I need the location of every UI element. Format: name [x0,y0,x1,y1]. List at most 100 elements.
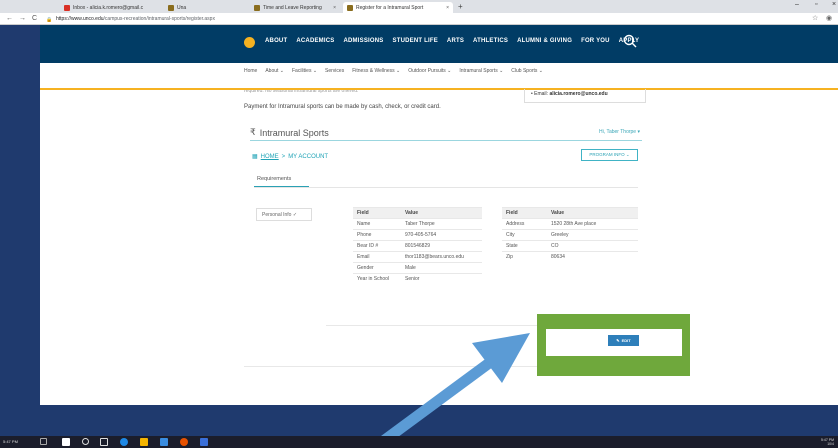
table-row: Phone 970-405-5764 [353,229,482,241]
url-field[interactable]: https://www.unco.edu/campus-recreation/i… [56,15,806,23]
field-name: Zip [502,251,547,263]
address-bar-row: ← → C 🔒 https://www.unco.edu/campus-recr… [0,13,838,25]
subnav-item[interactable]: Services [325,68,344,74]
browser-tab-register[interactable]: Register for a Intramural Sport × [343,2,453,13]
title-text: Intramural Sports [259,127,329,138]
table-row: Name Taber Thorpe [353,218,482,230]
gold-divider [40,88,838,90]
table-row: Address 1520 28th Ave place [502,218,638,230]
search-icon[interactable] [82,438,89,445]
field-name: Gender [353,262,401,274]
contact-box: • Email: alicia.romero@unco.edu [524,89,646,103]
subnav-item[interactable]: Intramural Sports ⌄ [459,68,503,74]
windows-start-icon[interactable] [62,438,70,446]
tab-label: Register for a Intramural Sport [356,4,424,11]
clock-date: 10/4 [827,442,834,446]
nav-item[interactable]: ACADEMICS [296,38,334,44]
back-icon[interactable]: ← [6,14,13,24]
maximize-icon[interactable]: ▫ [815,1,817,8]
nav-item[interactable]: ABOUT [265,38,287,44]
edit-button[interactable]: ✎ EDIT [608,335,639,346]
new-tab-icon[interactable]: + [458,2,463,12]
table-row: Year in School Senior [353,273,482,285]
forward-icon[interactable]: → [19,14,26,24]
nav-item[interactable]: ADMISSIONS [343,38,383,44]
lock-icon: 🔒 [46,17,53,23]
program-info-button[interactable]: PROGRAM INFO ⌄ [581,149,638,161]
intramural-title: ₹ Intramural Sports [250,127,329,138]
tab-personal-info[interactable]: Personal Info ✓ [256,208,312,221]
field-name: Name [353,218,401,230]
chrome-icon[interactable] [180,438,188,446]
field-name: Bear ID # [353,240,401,252]
column-header: Field [502,207,547,219]
breadcrumb-home[interactable]: HOME [261,154,279,160]
breadcrumb-separator: > [281,153,286,160]
user-menu[interactable]: Hi, Taber Thorpe ▾ [599,129,640,135]
field-value: CO [547,240,638,252]
subnav-item[interactable]: Club Sports ⌄ [511,68,543,74]
unc-logo[interactable] [244,37,255,48]
field-value: Male [401,262,482,274]
file-explorer-icon[interactable] [140,438,148,446]
outlook-icon[interactable] [200,438,208,446]
site-main-nav: ABOUT ACADEMICS ADMISSIONS STUDENT LIFE ARTS… [40,25,838,63]
address-table: Field Value Address 1520 28th Ave place City… [502,207,638,263]
task-view-icon[interactable] [100,438,108,446]
subnav-item[interactable]: Fitness & Wellness ⌄ [352,68,400,74]
site-icon [254,4,260,11]
field-name: Email [353,251,401,263]
reload-icon[interactable]: C [32,14,37,24]
subnav-item[interactable]: Facilities ⌄ [292,68,317,74]
subnav-item[interactable]: Home [244,68,257,74]
browser-tab-time-leave[interactable]: Time and Leave Reporting × [250,2,340,13]
browser-tab-bar: Inbox - alicia.k.romero@gmail.c Una Time… [0,0,838,13]
taskbar-time-left: 5:47 PM [3,439,18,444]
table-row: Bear ID #801546829 [353,240,482,252]
windows-taskbar: 5:47 PM 5:47 PM 10/4 [0,436,838,448]
field-name: Year in School [353,273,401,285]
nav-item[interactable]: ALUMNI & GIVING [517,38,572,44]
nav-item[interactable]: ATHLETICS [473,38,508,44]
url-path: /campus-recreation/intramural-sports/reg… [103,16,215,22]
breadcrumb: ▦ HOME > MY ACCOUNT [252,153,328,161]
task-view-icon[interactable] [40,438,47,445]
site-icon [168,4,174,11]
column-header: Field [353,207,401,219]
close-tab-icon[interactable]: × [446,5,449,11]
field-value: 80634 [547,251,638,263]
column-header: Value [547,207,638,219]
nav-item[interactable]: FOR YOU [581,38,610,44]
contact-email[interactable]: alicia.romero@unco.edu [549,91,607,97]
field-value: Greeley [547,229,638,241]
nav-item[interactable]: STUDENT LIFE [393,38,438,44]
table-header-row: Field Value [502,207,638,219]
table-header-row: Field Value [353,207,482,219]
field-name: Address [502,218,547,230]
search-icon[interactable] [622,33,638,49]
tab-divider [254,187,638,188]
close-window-icon[interactable]: × [832,1,836,8]
sub-nav: Home About ⌄ Facilities ⌄ Services Fitness &… [244,68,543,74]
bookmark-star-icon[interactable]: ☆ [812,14,818,22]
field-value: 801546829 [401,240,482,252]
nav-item[interactable]: ARTS [447,38,464,44]
edge-icon[interactable] [120,438,128,446]
store-icon[interactable] [160,438,168,446]
table-row: State CO [502,240,638,252]
url-host: https://www.unco.edu [56,16,104,22]
tab-requirements[interactable]: Requirements [257,176,291,182]
close-tab-icon[interactable]: × [333,5,336,11]
subnav-item[interactable]: Outdoor Pursuits ⌄ [408,68,451,74]
browser-tab-una[interactable]: Una [164,2,224,13]
table-row: Gender Male [353,262,482,274]
profile-icon[interactable]: ◉ [826,14,832,22]
annotation-arrow [374,333,530,448]
taskbar-clock[interactable]: 5:47 PM 10/4 [821,438,834,446]
email-label: Email: [534,91,549,97]
browser-tab-inbox[interactable]: Inbox - alicia.k.romero@gmail.c [60,2,164,13]
personal-info-table: Field Value Name Taber Thorpe Phone 970-405-5… [353,207,482,285]
home-icon: ▦ [252,154,258,160]
subnav-item[interactable]: About ⌄ [265,68,284,74]
minimize-icon[interactable]: – [795,1,799,8]
